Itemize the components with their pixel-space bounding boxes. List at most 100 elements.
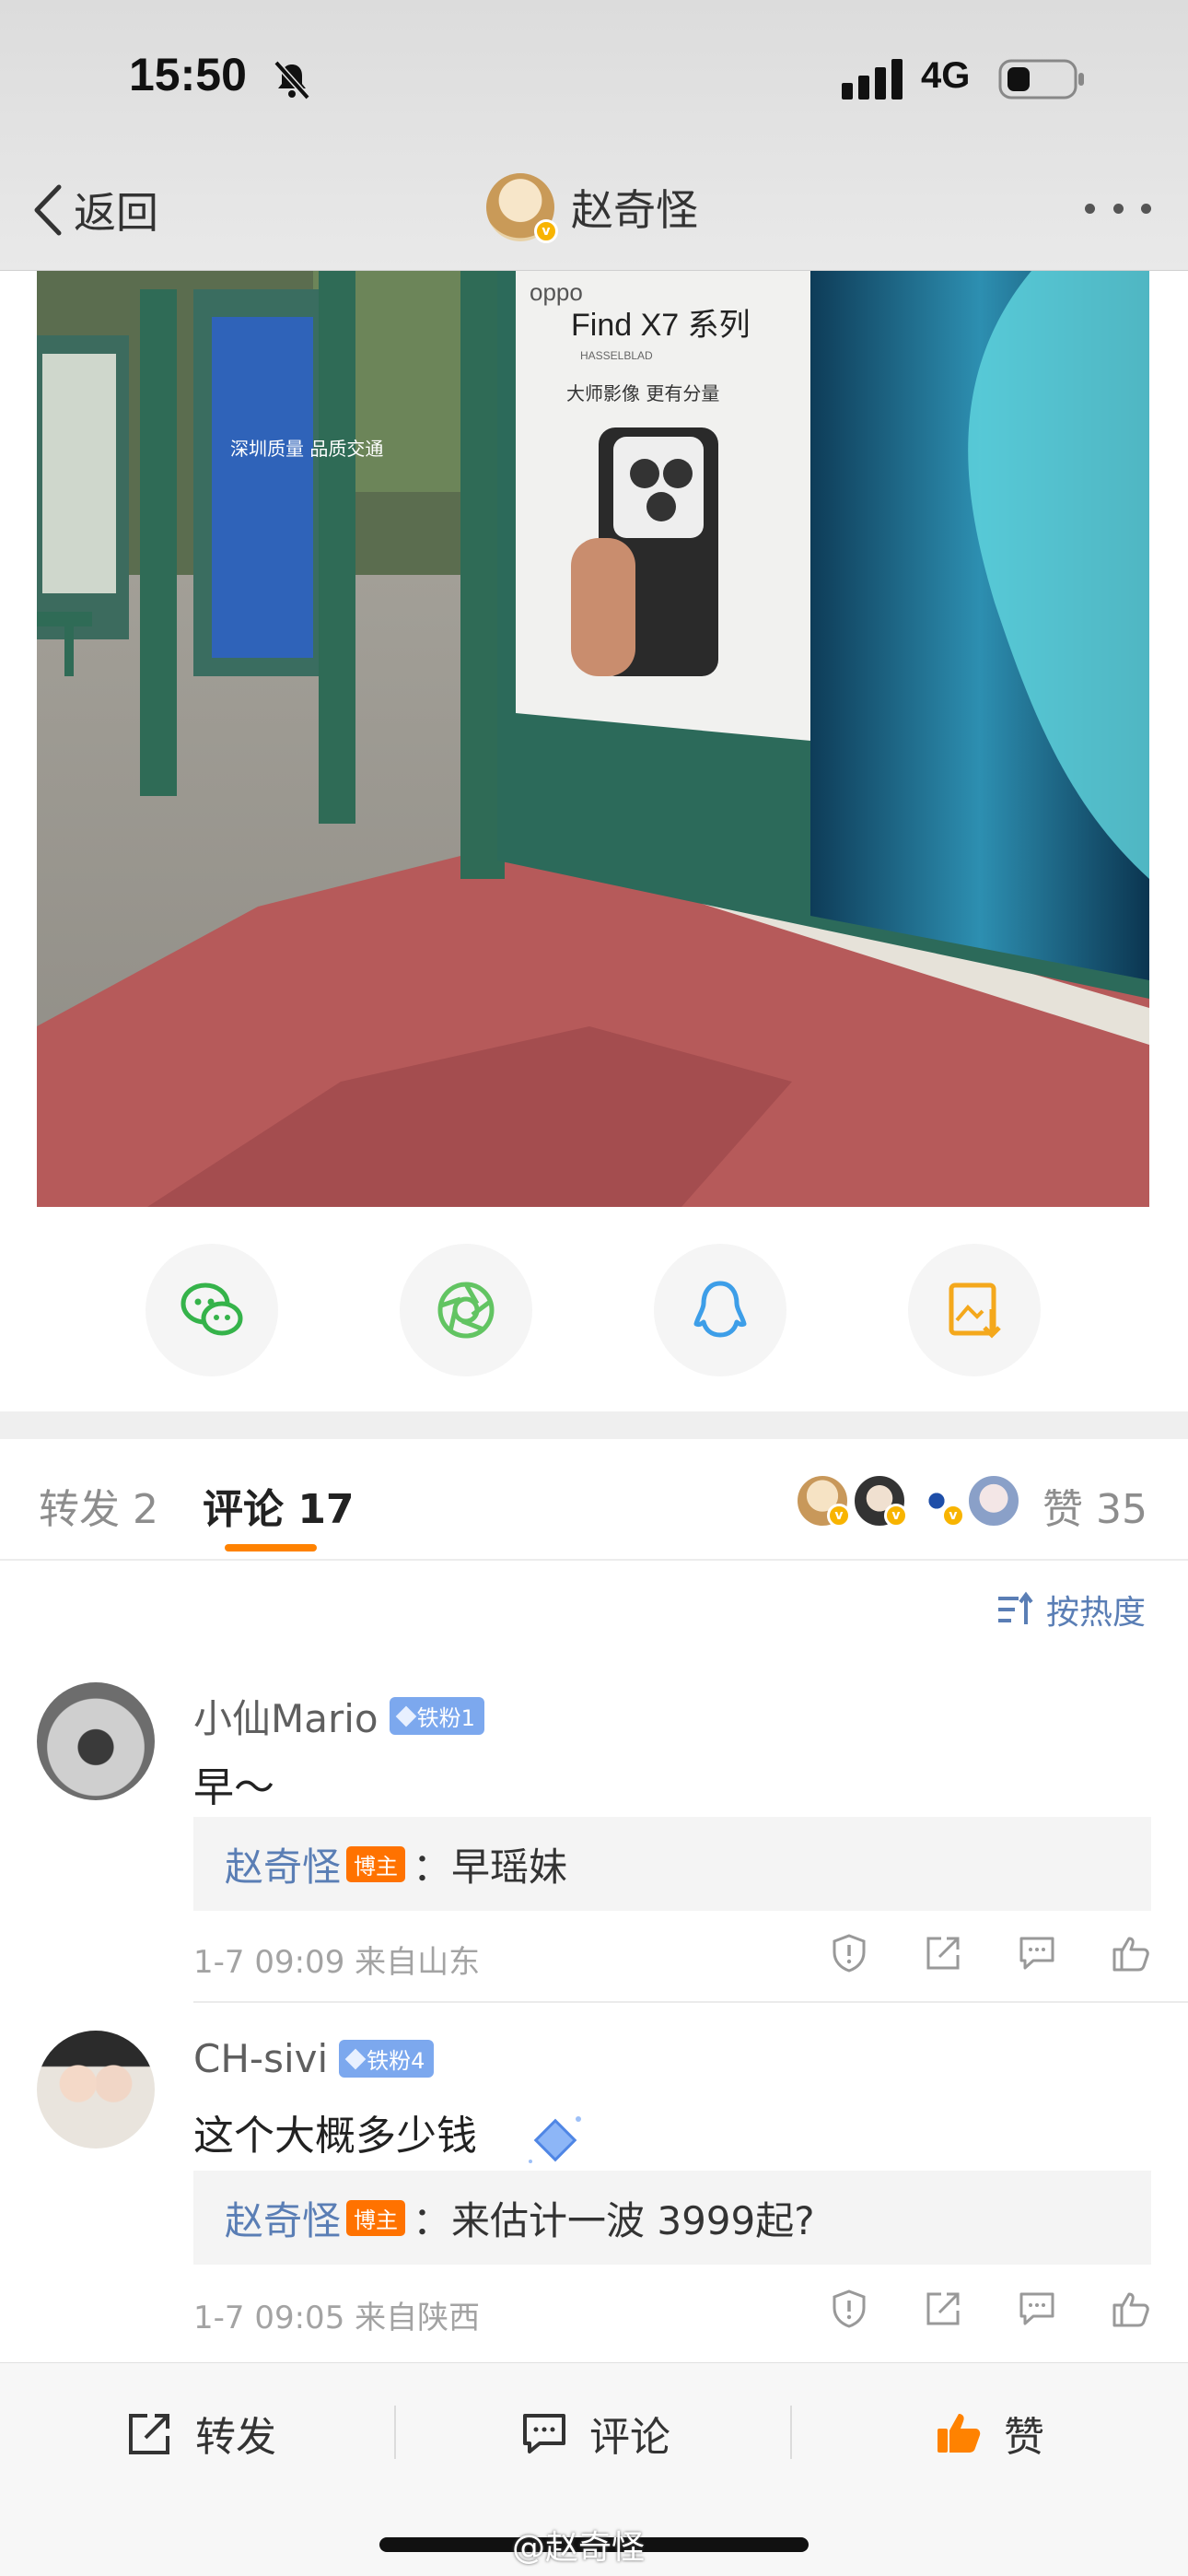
back-label: 返回 [74, 188, 158, 238]
thumbs-up-filled-icon [938, 2414, 981, 2453]
verified-icon: v [884, 1504, 908, 1528]
comment-actions [829, 1933, 1151, 1973]
comment-repost-button[interactable] [923, 1933, 963, 1973]
watermark: @赵奇怪 [512, 2529, 646, 2567]
repost-icon [129, 2414, 169, 2454]
repost-label: 转发 [195, 2414, 276, 2461]
comment-divider [193, 2001, 1188, 2003]
status-time: 15:50 [129, 49, 247, 100]
silent-mode-icon [274, 60, 310, 100]
fan-badge: 铁粉1 [389, 1697, 484, 1735]
section-divider [0, 1411, 1188, 1439]
verified-icon: v [534, 219, 558, 243]
comment-text: 早～ [193, 1764, 274, 1811]
comment-like-button[interactable] [1111, 1933, 1151, 1973]
comment-actions [829, 2289, 1151, 2329]
commenter-name[interactable]: CH-sivi 铁粉4 [193, 2036, 435, 2081]
comment-reply-button[interactable] [1017, 2289, 1057, 2329]
bar-separator [790, 2406, 792, 2459]
comment-like-button[interactable] [1111, 2289, 1151, 2329]
comment-reply-button[interactable] [1017, 1933, 1057, 1973]
back-button[interactable]: 返回 [31, 181, 158, 240]
commenter-name[interactable]: 小仙Mario 铁粉1 [193, 1688, 484, 1744]
signal-icon [842, 59, 903, 100]
sort-button[interactable]: 按热度 [996, 1587, 1146, 1633]
reply-text: ：早瑶妹 [413, 1844, 568, 1890]
commenter-name-text: CH-sivi [193, 2036, 329, 2081]
network-type: 4G [921, 55, 971, 96]
qq-icon [693, 1281, 747, 1338]
share-moments-button[interactable] [400, 1244, 532, 1376]
ad-brand: oppo [530, 278, 583, 306]
more-dot [1112, 203, 1124, 214]
share-qq-button[interactable] [654, 1244, 786, 1376]
commenter-avatar[interactable] [37, 1682, 155, 1800]
more-button[interactable] [1085, 192, 1151, 225]
thumbs-up-icon [1112, 2292, 1149, 2327]
fan-badge: 铁粉4 [339, 2040, 435, 2078]
comment-meta: 1-7 09:09 来自山东 [193, 1944, 481, 1981]
moments-icon [437, 1282, 495, 1339]
reply-text: ：来估计一波 3999起? [413, 2197, 815, 2243]
share-row [0, 1244, 1188, 1378]
diamond-icon [395, 1705, 416, 1727]
comment-label: 评论 [589, 2414, 670, 2461]
wechat-icon [181, 1282, 243, 1336]
bar-separator [394, 2406, 396, 2459]
liker-avatar: v [910, 1474, 965, 1528]
comment-text: 这个大概多少钱 [193, 2113, 477, 2160]
report-button[interactable] [829, 2289, 869, 2329]
tab-comment[interactable]: 评论 17 [203, 1476, 355, 1535]
comment-repost-button[interactable] [923, 2289, 963, 2329]
liker-avatar [967, 1474, 1020, 1528]
post-image[interactable]: oppo Find X7 系列 HASSELBLAD 大师影像 更有分量 深圳质… [37, 271, 1149, 1207]
sort-label: 按热度 [1045, 1594, 1146, 1632]
save-image-button[interactable] [908, 1244, 1041, 1376]
ad-title: Find X7 系列 [571, 308, 751, 343]
liker-avatar: v [796, 1474, 851, 1528]
liker-avatar: v [853, 1474, 908, 1528]
ad-slogan: 大师影像 更有分量 [566, 382, 719, 404]
author-name: 赵奇怪 [571, 185, 698, 235]
verified-icon: v [941, 1504, 965, 1528]
comment-item: 小仙Mario 铁粉1 早～ 赵奇怪 博主 ：早瑶妹 1-7 09:09 来自山… [0, 1682, 1188, 2003]
reply-author[interactable]: 赵奇怪 [225, 2190, 341, 2246]
ad-subtitle: HASSELBLAD [580, 349, 653, 362]
nav-author[interactable]: v 赵奇怪 [486, 173, 698, 243]
liker-avatars[interactable]: v v v [796, 1474, 1024, 1529]
like-button[interactable]: 赞 [934, 2400, 1044, 2466]
repost-button[interactable]: 转发 [125, 2400, 276, 2466]
chat-icon [1019, 1937, 1054, 1970]
chat-icon [1019, 2292, 1054, 2325]
comment-icon [523, 2414, 565, 2453]
comment-button[interactable]: 评论 [519, 2400, 670, 2466]
author-reply[interactable]: 赵奇怪 博主 ：来估计一波 3999起? [193, 2171, 1151, 2265]
host-badge: 博主 [346, 1845, 406, 1882]
battery-icon [998, 59, 1084, 100]
shield-alert-icon [833, 1934, 866, 1973]
more-dot [1141, 203, 1151, 214]
verified-icon: v [827, 1504, 851, 1528]
author-reply[interactable]: 赵奇怪 博主 ：早瑶妹 [193, 1817, 1151, 1911]
commenter-name-text: 小仙Mario [193, 1696, 379, 1741]
host-badge: 博主 [346, 2199, 406, 2236]
thumbs-up-icon [1112, 1937, 1149, 1972]
diamond-sticker-icon [529, 2116, 581, 2163]
fan-badge-text: 铁粉1 [416, 1705, 475, 1731]
fan-badge-text: 铁粉4 [367, 2048, 425, 2074]
shield-alert-icon [833, 2289, 866, 2328]
post-tabs: 转发 2 评论 17 v v v 赞 35 [0, 1439, 1188, 1561]
chevron-left-icon [34, 184, 62, 236]
tab-likes[interactable]: 赞 35 [1042, 1476, 1147, 1535]
share-wechat-button[interactable] [146, 1244, 278, 1376]
tab-repost[interactable]: 转发 2 [39, 1476, 158, 1535]
report-button[interactable] [829, 1933, 869, 1973]
sign-text: 深圳质量 品质交通 [230, 438, 383, 460]
author-avatar[interactable]: v [486, 173, 558, 243]
sort-icon [997, 1591, 1033, 1624]
comment-meta: 1-7 09:05 来自陕西 [193, 2300, 481, 2336]
reply-author[interactable]: 赵奇怪 [225, 1836, 341, 1892]
top-bar: 15:50 4G 返回 v 赵奇怪 [0, 0, 1188, 271]
commenter-avatar[interactable] [37, 2031, 155, 2149]
share-out-icon [926, 1937, 960, 1970]
